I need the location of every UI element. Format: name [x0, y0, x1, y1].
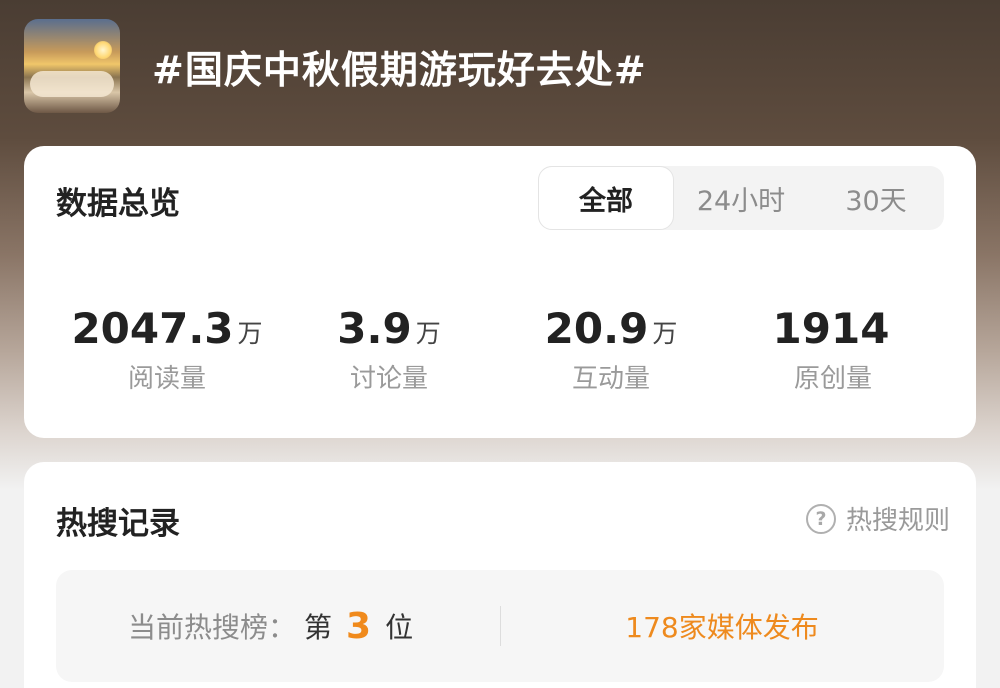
topic-thumbnail[interactable]: [24, 19, 120, 113]
tab-30d[interactable]: 30天: [808, 166, 944, 230]
topic-header: #国庆中秋假期游玩好去处#: [24, 18, 976, 114]
hot-search-rules-link[interactable]: ? 热搜规则: [805, 500, 950, 537]
rank-prefix: 第: [304, 611, 333, 644]
data-overview-card: 数据总览 全部 24小时 30天 2047.3 万 阅读量 3.9 万 讨论量 …: [24, 146, 976, 438]
stat-originals: 1914 原创量: [722, 296, 944, 396]
sun-graphic: [94, 41, 112, 59]
stat-value: 20.9: [544, 304, 649, 353]
tab-24h[interactable]: 24小时: [674, 166, 808, 230]
stat-label: 阅读量: [127, 364, 206, 394]
stat-reads: 2047.3 万 阅读量: [56, 296, 278, 396]
tab-all[interactable]: 全部: [538, 166, 674, 230]
rank-number: 3: [346, 605, 372, 647]
stats-row: 2047.3 万 阅读量 3.9 万 讨论量 20.9 万 互动量 1914 原: [56, 296, 944, 396]
hot-search-card: 热搜记录 ? 热搜规则 当前热搜榜： 第 3 位 178家媒体发布: [24, 462, 976, 688]
stat-discussions: 3.9 万 讨论量: [278, 296, 500, 396]
rank-box: 当前热搜榜： 第 3 位 178家媒体发布: [56, 570, 944, 682]
stat-value: 2047.3: [71, 304, 234, 353]
rank-suffix: 位: [385, 611, 414, 644]
stat-interactions: 20.9 万 互动量: [500, 296, 722, 396]
question-circle-icon: ?: [805, 503, 836, 534]
cloud-graphic: [30, 71, 114, 97]
stat-label: 互动量: [571, 364, 650, 394]
stat-label: 讨论量: [349, 364, 428, 394]
rank-label: 当前热搜榜：: [128, 611, 297, 644]
hot-search-title: 热搜记录: [56, 506, 180, 542]
time-range-tabs: 全部 24小时 30天: [538, 166, 944, 230]
stat-unit: 万: [237, 319, 263, 348]
media-publish-link[interactable]: 178家媒体发布: [500, 570, 944, 682]
overview-title: 数据总览: [56, 186, 180, 222]
stat-unit: 万: [652, 319, 678, 348]
stat-value: 1914: [772, 304, 890, 353]
rules-label: 热搜规则: [845, 506, 950, 536]
current-rank: 当前热搜榜： 第 3 位: [128, 570, 413, 682]
stat-unit: 万: [415, 319, 441, 348]
stat-value: 3.9: [337, 304, 412, 353]
topic-title: #国庆中秋假期游玩好去处#: [152, 47, 647, 92]
stat-label: 原创量: [793, 364, 872, 394]
